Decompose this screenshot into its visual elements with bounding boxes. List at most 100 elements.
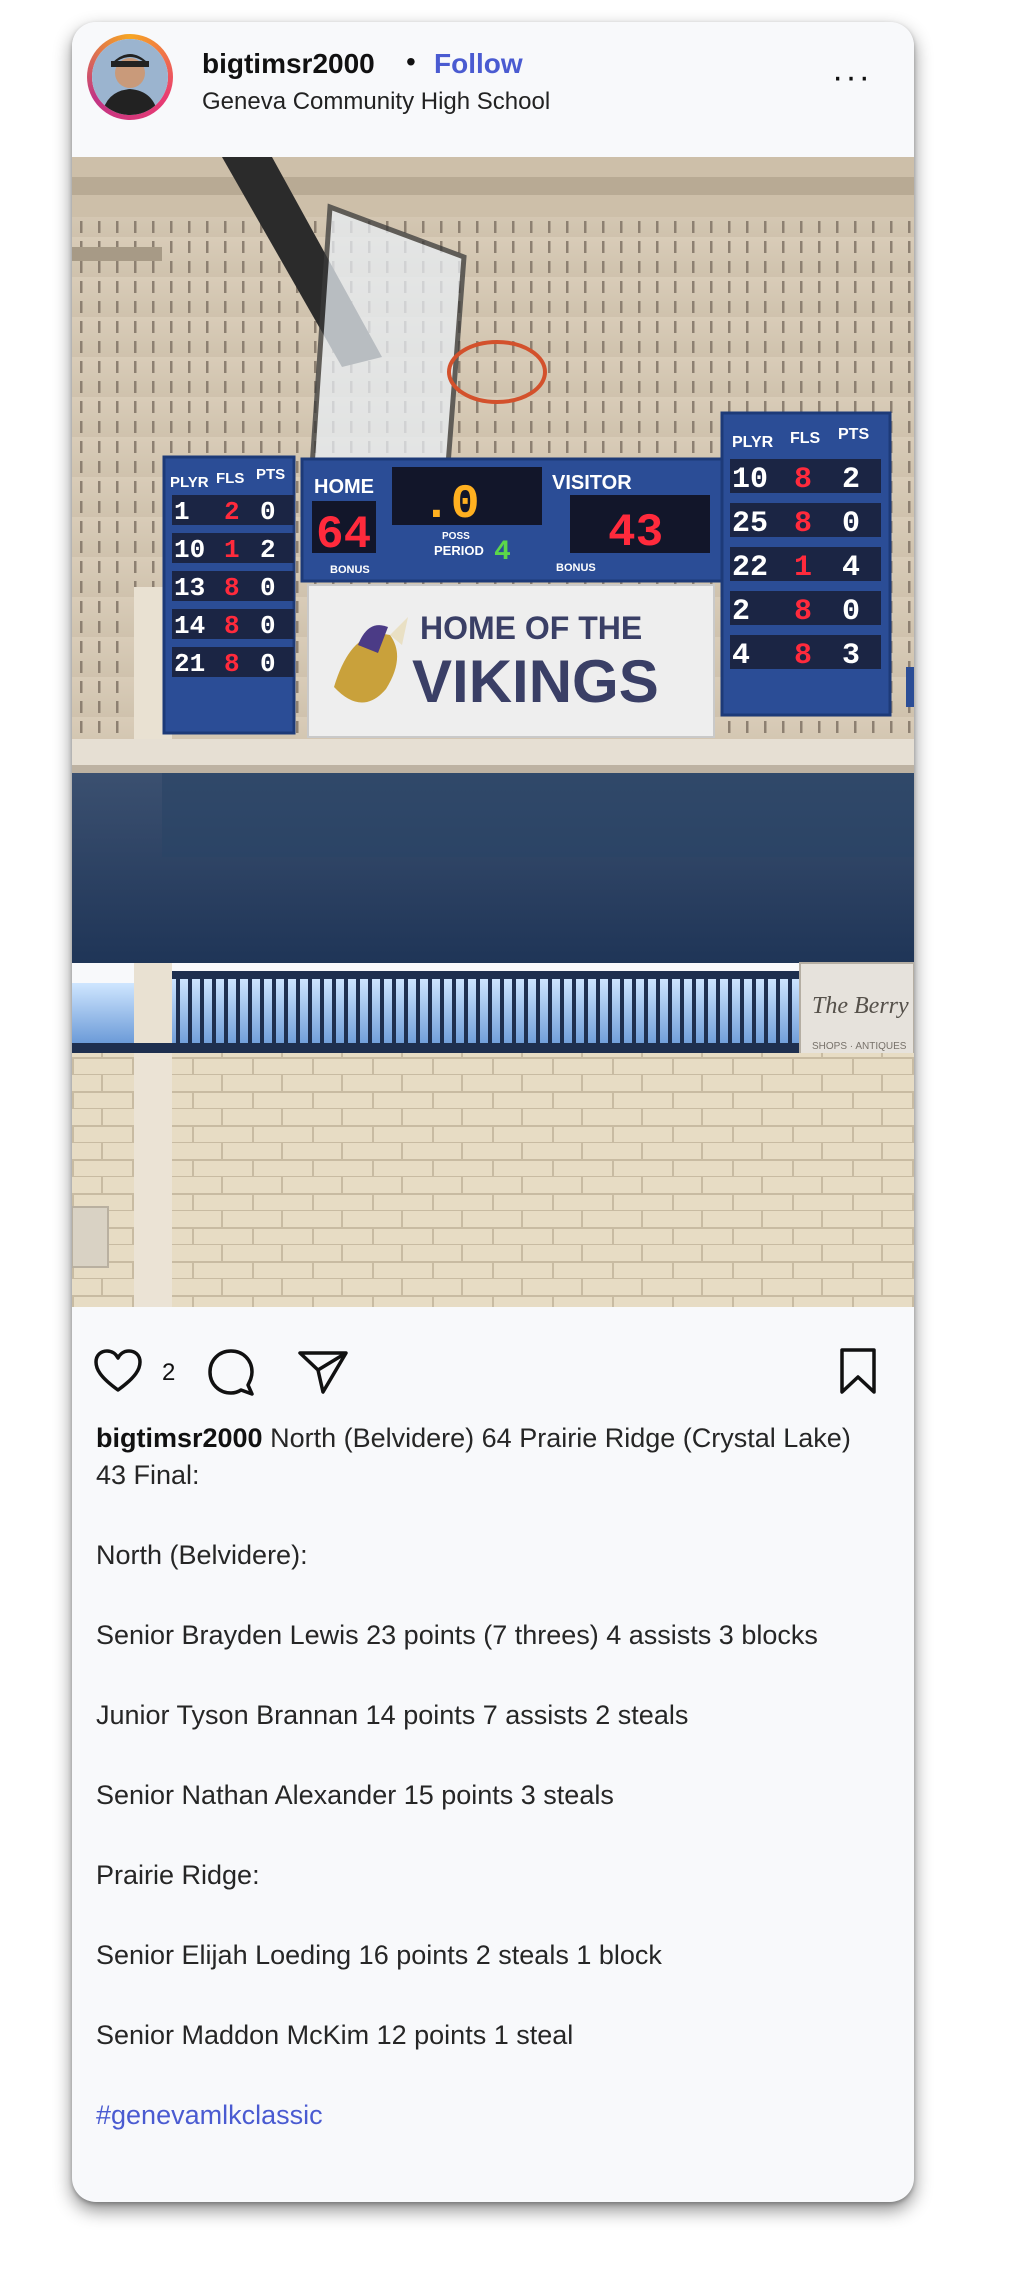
home-player-number: 14	[174, 611, 205, 641]
home-player-number: 21	[174, 649, 205, 679]
caption-line: Senior Elijah Loeding 16 points 2 steals…	[96, 1940, 662, 1970]
railing-bar	[512, 977, 516, 1045]
caption-line: North (Belvidere):	[96, 1540, 308, 1570]
visitor-player-rows: 10 8 225 8 022 1 42 8 04 8 3	[730, 459, 881, 673]
home-label: HOME	[314, 476, 374, 498]
railing-bar	[548, 977, 552, 1045]
railing-bar	[620, 977, 624, 1045]
visitor-player-number: 4	[732, 639, 750, 673]
caption-username[interactable]: bigtimsr2000	[96, 1423, 263, 1453]
more-options-icon[interactable]: ···	[832, 58, 872, 97]
post-photo[interactable]: PLYR FLS PTS 1 2 0 10 1 2 13 8 0 14 8 0 21 8 0 HOME 64…	[72, 157, 914, 1307]
caption-line: Senior Brayden Lewis 23 points (7 threes…	[96, 1620, 818, 1650]
hashtag-link[interactable]: #genevamlkclassic	[96, 2097, 886, 2134]
home-player-number: 13	[174, 573, 205, 603]
home-player-points: 2	[260, 535, 276, 565]
railing-bar	[344, 977, 348, 1045]
railing-bar	[224, 977, 228, 1045]
visitor-player-points: 0	[842, 595, 860, 629]
save-bookmark-icon[interactable]	[838, 1347, 878, 1400]
railing-bar	[572, 977, 576, 1045]
visitor-player-fouls: 1	[794, 551, 812, 585]
railing-bar	[788, 977, 792, 1045]
visitor-player-points: 0	[842, 507, 860, 541]
railing-bar	[524, 977, 528, 1045]
home-score: 64	[316, 509, 371, 561]
railing-bar	[188, 977, 192, 1045]
home-fls-header: FLS	[216, 470, 244, 487]
comment-icon[interactable]	[206, 1347, 256, 1402]
railing-bar	[668, 977, 672, 1045]
railing-bar	[392, 977, 396, 1045]
visitor-label: VISITOR	[552, 472, 632, 494]
home-player-number: 1	[174, 497, 190, 527]
username[interactable]: bigtimsr2000	[202, 48, 375, 80]
railing-top	[172, 971, 812, 979]
home-player-fouls: 8	[224, 649, 240, 679]
location-label[interactable]: Geneva Community High School	[202, 88, 550, 116]
railing-bar	[212, 977, 216, 1045]
railing-bar	[500, 977, 504, 1045]
visitor-player-fouls: 8	[794, 507, 812, 541]
railing-bar	[440, 977, 444, 1045]
railing-bar	[764, 977, 768, 1045]
railing-bar	[200, 977, 204, 1045]
avatar-image	[92, 39, 168, 115]
visitor-player-fouls: 8	[794, 639, 812, 673]
caption-line: Senior Nathan Alexander 15 points 3 stea…	[96, 1780, 614, 1810]
post-caption: bigtimsr2000 North (Belvidere) 64 Prairi…	[96, 1420, 886, 2177]
railing-bar	[776, 977, 780, 1045]
railing-bar	[728, 977, 732, 1045]
follow-button[interactable]: Follow	[434, 48, 523, 80]
shop-sign-subtext: SHOPS · ANTIQUES	[812, 1041, 907, 1052]
separator-dot: •	[406, 46, 416, 77]
home-player-fouls: 1	[224, 535, 240, 565]
action-bar: 2	[72, 1307, 914, 1427]
railing-bar	[236, 977, 240, 1045]
railing-bar	[476, 977, 480, 1045]
home-pts-header: PTS	[256, 466, 285, 483]
railing-bar	[296, 977, 300, 1045]
visitor-player-fouls: 8	[794, 595, 812, 629]
home-player-points: 0	[260, 611, 276, 641]
railing-bar	[452, 977, 456, 1045]
railing-bar	[644, 977, 648, 1045]
visitor-player-number: 2	[732, 595, 750, 629]
railing-bar	[488, 977, 492, 1045]
railing-bar	[248, 977, 252, 1045]
period-value: 4	[494, 537, 511, 568]
railing-bar	[656, 977, 660, 1045]
railing-bar	[560, 977, 564, 1045]
visitor-player-points: 3	[842, 639, 860, 673]
banner-line-1: HOME OF THE	[420, 610, 642, 646]
home-player-points: 0	[260, 497, 276, 527]
avatar[interactable]	[87, 34, 173, 120]
railing-bar	[404, 977, 408, 1045]
railing-bar	[272, 977, 276, 1045]
like-count: 2	[162, 1359, 176, 1386]
visitor-pts-header: PTS	[838, 426, 869, 443]
railing-bar	[752, 977, 756, 1045]
shop-sign-text: The Berry	[812, 993, 909, 1019]
railing-bar	[596, 977, 600, 1045]
railing-bar	[368, 977, 372, 1045]
like-heart-icon[interactable]	[94, 1349, 142, 1398]
railing-bar	[416, 977, 420, 1045]
railing-bar	[632, 977, 636, 1045]
share-send-icon[interactable]	[297, 1349, 349, 1400]
railing-bar	[584, 977, 588, 1045]
period-label: PERIOD	[434, 543, 484, 558]
visitor-plyr-header: PLYR	[732, 434, 774, 451]
home-player-points: 0	[260, 649, 276, 679]
railing-bar	[464, 977, 468, 1045]
post-card: bigtimsr2000 • Follow Geneva Community H…	[72, 22, 914, 2202]
caption-line: Senior Maddon McKim 12 points 1 steal	[96, 2020, 574, 2050]
game-clock: .0	[422, 478, 480, 532]
visitor-bonus-label: BONUS	[556, 562, 596, 574]
railing-bar	[740, 977, 744, 1045]
railing-bar	[380, 977, 384, 1045]
poss-label: POSS	[442, 531, 470, 542]
visitor-score: 43	[608, 507, 663, 559]
home-player-points: 0	[260, 573, 276, 603]
railing-bar	[704, 977, 708, 1045]
